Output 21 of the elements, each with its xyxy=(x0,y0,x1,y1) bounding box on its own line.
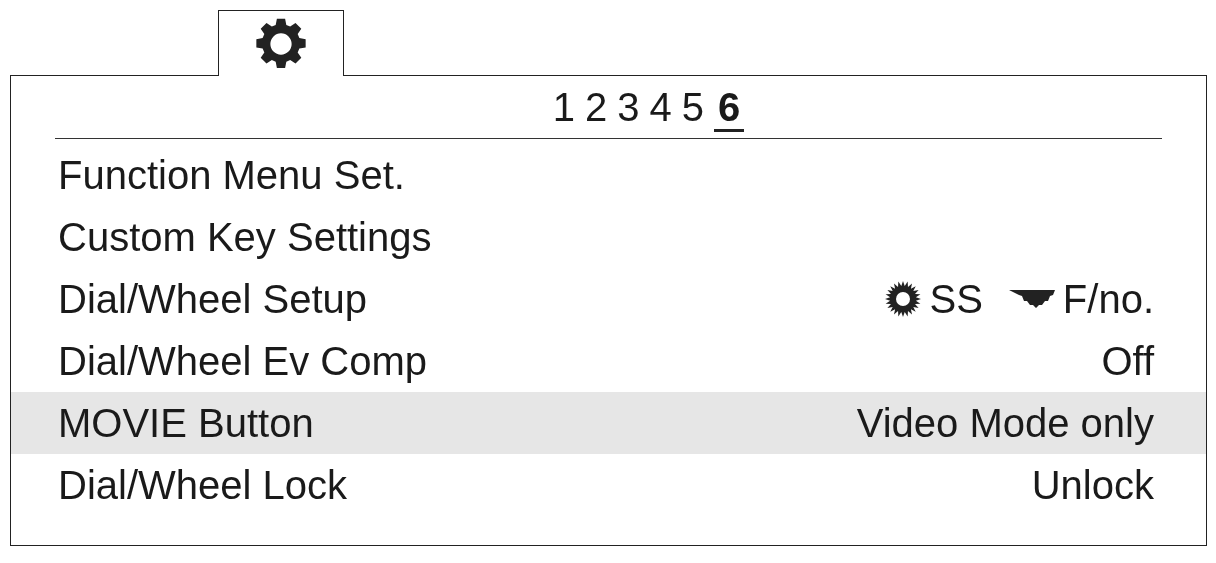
menu-label: Custom Key Settings xyxy=(58,214,432,261)
menu-row[interactable]: MOVIE Button Video Mode only xyxy=(11,392,1206,454)
settings-tab[interactable] xyxy=(218,10,344,76)
menu-label: MOVIE Button xyxy=(58,400,314,447)
menu-value: Off xyxy=(1101,338,1154,385)
wheel-icon xyxy=(1008,290,1055,308)
page-number[interactable]: 5 xyxy=(681,86,704,132)
menu-label: Dial/Wheel Lock xyxy=(58,462,347,509)
menu-value: Video Mode only xyxy=(856,400,1154,447)
menu-label: Dial/Wheel Setup xyxy=(58,276,368,323)
menu-label: Dial/Wheel Ev Comp xyxy=(58,338,427,385)
page-number[interactable]: 6 xyxy=(714,86,745,132)
page-number[interactable]: 3 xyxy=(617,86,640,132)
menu-value: Unlock xyxy=(1031,462,1154,509)
page-number[interactable]: 4 xyxy=(649,86,672,132)
menu-value: F/no. xyxy=(1062,276,1154,323)
page-number[interactable]: 1 xyxy=(552,86,575,132)
dial-icon xyxy=(885,281,922,317)
page-number[interactable]: 2 xyxy=(585,86,608,132)
menu-value: SS xyxy=(929,276,983,323)
menu-label: Function Menu Set. xyxy=(58,152,405,199)
